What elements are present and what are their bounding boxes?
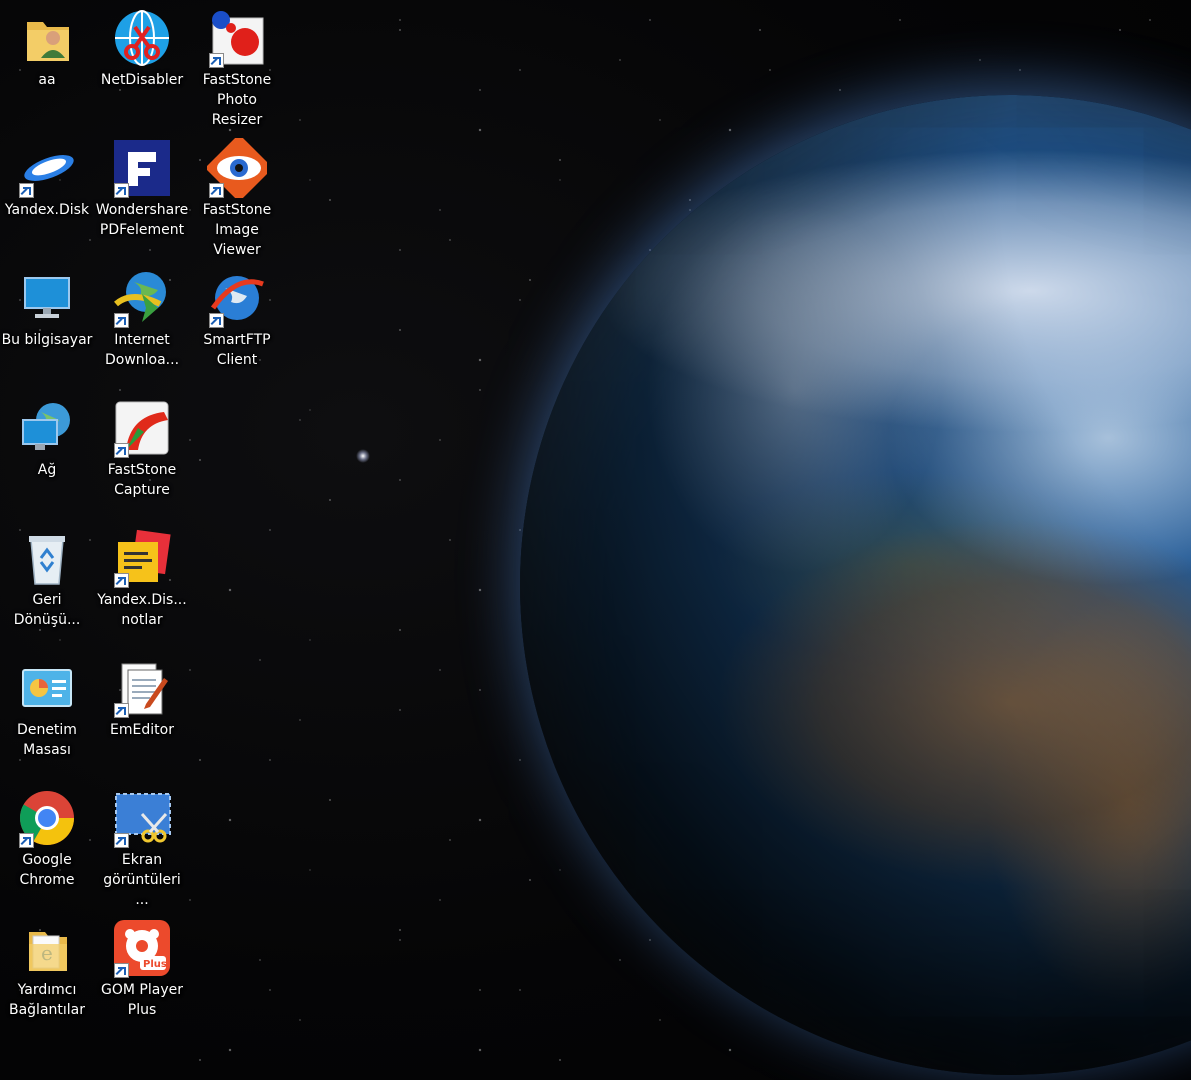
icon-label: SmartFTP Client (203, 332, 271, 368)
icon-label: Bu bilgisayar (1, 332, 93, 348)
icon-label: Ağ (37, 462, 57, 478)
shortcut-arrow-icon (114, 183, 129, 198)
shortcut-arrow-icon (114, 313, 129, 328)
desktop-icon-this-pc[interactable]: Bu bilgisayar (0, 260, 94, 390)
desktop-icon-yandex-notes[interactable]: Yandex.Dis... notlar (95, 520, 189, 650)
desktop-icon-faststone-image-viewer[interactable]: FastStone Image Viewer (190, 130, 284, 260)
desktop-icon-helper-links[interactable]: e Yardımcı Bağlantılar (0, 910, 94, 1040)
faststone-photo-resizer-icon (207, 8, 267, 68)
yandex-notes-icon (112, 528, 172, 588)
faststone-capture-icon (112, 398, 172, 458)
user-folder-icon (17, 8, 77, 68)
desktop-icon-emeditor[interactable]: EmEditor (95, 650, 189, 780)
icon-label: Denetim Masası (17, 722, 77, 758)
icon-label: Geri Dönüşü... (13, 592, 81, 628)
desktop[interactable]: aa Yandex.Disk Bu bilgisayar Ağ Geri Dön… (0, 0, 1191, 1080)
icon-label: Wondershare PDFelement (95, 202, 189, 238)
icon-label: FastStone Photo Resizer (202, 72, 272, 128)
icon-label: EmEditor (110, 722, 174, 738)
icon-label: Yandex.Disk (4, 202, 90, 218)
desktop-icon-google-chrome[interactable]: Google Chrome (0, 780, 94, 910)
icon-label: GOM Player Plus (101, 982, 183, 1018)
desktop-icon-internet-download-manager[interactable]: Internet Downloa... (95, 260, 189, 390)
netdisabler-icon (112, 8, 172, 68)
yandex-disk-icon (17, 138, 77, 198)
svg-text:Plus: Plus (143, 959, 167, 970)
shortcut-arrow-icon (114, 443, 129, 458)
shortcut-arrow-icon (209, 53, 224, 68)
screenshots-folder-icon (112, 788, 172, 848)
desktop-icon-control-panel[interactable]: Denetim Masası (0, 650, 94, 780)
emeditor-icon (112, 658, 172, 718)
faststone-image-viewer-icon (205, 134, 273, 202)
shortcut-arrow-icon (114, 573, 129, 588)
internet-download-manager-icon (112, 268, 172, 328)
shortcut-arrow-icon (114, 963, 129, 978)
desktop-icon-screenshots-folder[interactable]: Ekran görüntüleri ... (95, 780, 189, 910)
network-icon (17, 398, 77, 458)
wallpaper-bright-star (356, 449, 370, 463)
shortcut-arrow-icon (114, 833, 129, 848)
recycle-bin-icon (17, 528, 77, 588)
desktop-icon-gom-player[interactable]: Plus GOM Player Plus (95, 910, 189, 1040)
smartftp-icon (207, 268, 267, 328)
desktop-icon-pdfelement[interactable]: Wondershare PDFelement (95, 130, 189, 260)
shortcut-arrow-icon (19, 833, 34, 848)
helper-links-folder-icon: e (17, 918, 77, 978)
pdfelement-icon (112, 138, 172, 198)
shortcut-arrow-icon (19, 183, 34, 198)
desktop-icon-network[interactable]: Ağ (0, 390, 94, 520)
desktop-icon-yandex-disk[interactable]: Yandex.Disk (0, 130, 94, 260)
icon-label: Yardımcı Bağlantılar (8, 982, 85, 1018)
gom-player-icon: Plus (112, 918, 172, 978)
icon-label: aa (38, 72, 56, 88)
shortcut-arrow-icon (209, 313, 224, 328)
desktop-icon-smartftp[interactable]: SmartFTP Client (190, 260, 284, 390)
desktop-icon-faststone-photo-resizer[interactable]: FastStone Photo Resizer (190, 0, 284, 130)
icon-label: Ekran görüntüleri ... (103, 852, 181, 908)
icon-label: Internet Downloa... (104, 332, 180, 368)
shortcut-arrow-icon (209, 183, 224, 198)
icon-label: NetDisabler (100, 72, 184, 88)
icon-label: Google Chrome (19, 852, 75, 888)
chrome-icon (17, 788, 77, 848)
desktop-icon-aa[interactable]: aa (0, 0, 94, 130)
control-panel-icon (17, 658, 77, 718)
desktop-icon-recycle-bin[interactable]: Geri Dönüşü... (0, 520, 94, 650)
icon-label: FastStone Capture (107, 462, 177, 498)
icon-label: Yandex.Dis... notlar (97, 592, 187, 628)
icon-label: FastStone Image Viewer (202, 202, 272, 258)
computer-icon (17, 268, 77, 328)
desktop-icon-faststone-capture[interactable]: FastStone Capture (95, 390, 189, 520)
shortcut-arrow-icon (114, 703, 129, 718)
desktop-icon-netdisabler[interactable]: NetDisabler (95, 0, 189, 130)
